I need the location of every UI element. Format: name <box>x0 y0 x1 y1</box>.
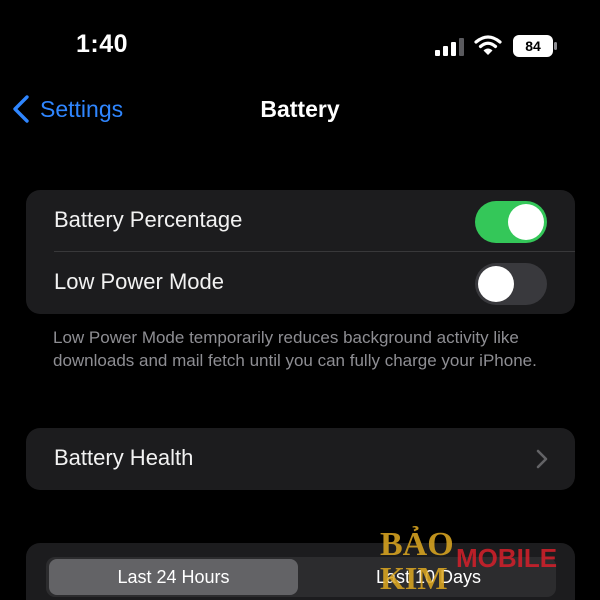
navigation-bar: Settings Battery <box>0 84 600 134</box>
page-title: Battery <box>260 96 340 122</box>
back-label: Settings <box>40 95 124 122</box>
status-bar: 1:40 84 <box>0 0 600 90</box>
battery-level: 84 <box>525 38 541 54</box>
watermark-line-2: KIM <box>380 560 448 591</box>
wifi-icon <box>474 35 502 55</box>
low-power-mode-label: Low Power Mode <box>54 269 224 294</box>
low-power-mode-row: Low Power Mode <box>26 252 575 314</box>
watermark-line-3: MOBILE <box>456 543 557 573</box>
toggle-knob <box>478 266 514 302</box>
battery-percentage-label: Battery Percentage <box>54 207 243 232</box>
segment-last-24-hours[interactable]: Last 24 Hours <box>49 559 298 595</box>
battery-percentage-row: Battery Percentage <box>26 190 575 252</box>
signal-icon <box>435 38 464 56</box>
battery-health-row[interactable]: Battery Health <box>26 428 575 490</box>
low-power-mode-footnote: Low Power Mode temporarily reduces backg… <box>53 328 537 370</box>
battery-health-label: Battery Health <box>54 445 194 470</box>
status-time: 1:40 <box>76 30 129 58</box>
chevron-right-icon <box>536 449 548 469</box>
watermark-line-1: BẢO <box>380 525 454 563</box>
back-button[interactable]: Settings <box>10 92 123 126</box>
bao-kim-mobile-watermark: BẢO KIM MOBILE <box>380 525 557 591</box>
toggle-knob <box>508 204 544 240</box>
chevron-left-icon <box>13 95 29 123</box>
toggle-group: Battery Percentage Low Power Mode <box>26 190 575 314</box>
low-power-mode-toggle[interactable] <box>475 263 547 305</box>
battery-percentage-toggle[interactable] <box>475 201 547 243</box>
